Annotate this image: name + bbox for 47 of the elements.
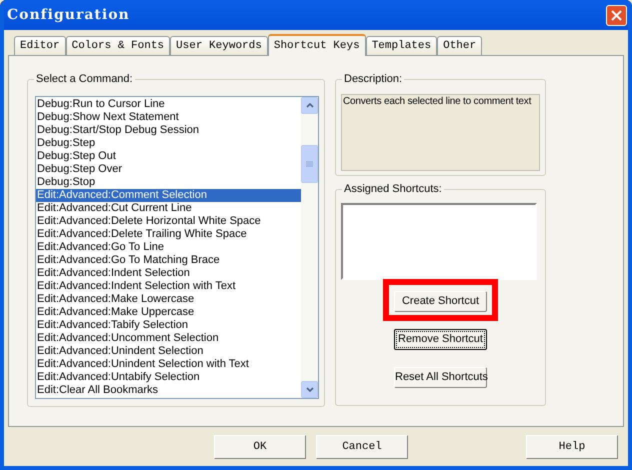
command-item[interactable]: Edit:Advanced:Make Lowercase [36, 293, 301, 306]
shortcut-list[interactable] [341, 203, 537, 280]
scroll-up-button[interactable] [301, 97, 318, 114]
command-item[interactable]: Debug:Step Over [36, 163, 301, 176]
command-item[interactable]: Edit:Advanced:Unindent Selection with Text [36, 358, 301, 371]
scrollbar[interactable] [301, 97, 318, 398]
tab[interactable]: Other [437, 36, 482, 55]
tab[interactable]: Colors & Fonts [66, 36, 170, 55]
cancel-button[interactable]: Cancel [316, 435, 408, 459]
group-label: Assigned Shortcuts: [342, 182, 444, 196]
command-item[interactable]: Edit:Advanced:Uncomment Selection [36, 332, 301, 345]
command-item[interactable]: Edit:Advanced:Cut Current Line [36, 202, 301, 215]
tab[interactable]: Templates [366, 36, 438, 55]
description-text: Converts each selected line to comment text [343, 95, 532, 108]
command-item[interactable]: Edit:Advanced:Indent Selection [36, 267, 301, 280]
command-item[interactable]: Debug:Start/Stop Debug Session [36, 124, 301, 137]
command-item[interactable]: Edit:Advanced:Go To Line [36, 241, 301, 254]
close-button[interactable] [606, 4, 627, 26]
command-item[interactable]: Edit:Advanced:Untabify Selection [36, 371, 301, 384]
window-title: Configuration [7, 6, 130, 24]
ok-button[interactable]: OK [214, 435, 306, 459]
shortcut-button[interactable]: Reset All Shortcuts [394, 366, 487, 388]
command-item[interactable]: Edit:Advanced:Unindent Selection [36, 345, 301, 358]
command-item[interactable]: Debug:Step [36, 137, 301, 150]
command-item[interactable]: Edit:Advanced:Go To Matching Brace [36, 254, 301, 267]
command-item[interactable]: Edit:Advanced:Delete Trailing White Space [36, 228, 301, 241]
tab[interactable]: User Keywords [170, 36, 268, 55]
grip-icon [306, 160, 313, 168]
command-item[interactable]: Edit:Clear All Bookmarks [36, 384, 301, 397]
tab[interactable]: Shortcut Keys [268, 34, 366, 56]
scroll-thumb[interactable] [301, 145, 318, 183]
scroll-down-button[interactable] [301, 381, 318, 398]
help-button[interactable]: Help [526, 435, 618, 459]
tab[interactable]: Editor [14, 36, 66, 55]
command-item[interactable]: Edit:Advanced:Delete Horizontal White Space [36, 215, 301, 228]
command-item[interactable]: Edit:Advanced:Comment Selection [36, 189, 301, 202]
command-item[interactable]: Edit:Advanced:Make Uppercase [36, 306, 301, 319]
command-item[interactable]: Debug:Step Out [36, 150, 301, 163]
command-item[interactable]: Edit:Advanced:Tabify Selection [36, 319, 301, 332]
close-icon [611, 10, 622, 20]
group-label: Description: [342, 72, 404, 86]
shortcut-button[interactable]: Remove Shortcut [394, 328, 487, 350]
shortcut-button[interactable]: Create Shortcut [394, 290, 487, 312]
command-item[interactable]: Edit:Advanced:Indent Selection with Text [36, 280, 301, 293]
command-item[interactable]: Debug:Run to Cursor Line [36, 98, 301, 111]
command-item[interactable]: Debug:Show Next Statement [36, 111, 301, 124]
command-item[interactable]: Debug:Stop [36, 176, 301, 189]
